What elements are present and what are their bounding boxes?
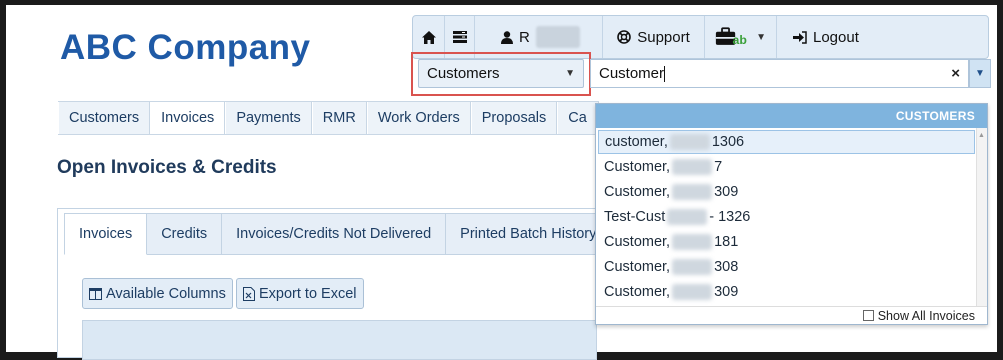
invoice-subtabs: Invoices Credits Invoices/Credits Not De… xyxy=(64,213,612,255)
support-button[interactable]: Support xyxy=(603,16,705,58)
search-input-value: Customer xyxy=(599,64,665,82)
nav-tab-invoices[interactable]: Invoices xyxy=(150,102,226,134)
page-title: Open Invoices & Credits xyxy=(57,157,277,178)
nav-tab-work-orders[interactable]: Work Orders xyxy=(366,102,471,134)
company-logo: ABC Company xyxy=(60,28,311,67)
redacted-text xyxy=(672,259,713,275)
result-item[interactable]: Customer, 181 xyxy=(598,230,975,254)
show-all-invoices-checkbox[interactable] xyxy=(862,310,874,321)
subtab-not-delivered[interactable]: Invoices/Credits Not Delivered xyxy=(222,213,447,255)
available-columns-button[interactable]: Available Columns xyxy=(82,278,233,309)
chevron-down-icon: ▼ xyxy=(975,68,985,79)
results-scrollbar[interactable]: ▲ ▼ xyxy=(976,128,987,324)
search-results-dropdown: CUSTOMERS customer, 1306 Customer, 7 Custo… xyxy=(595,103,988,325)
chevron-down-icon: ▼ xyxy=(565,68,575,79)
excel-file-icon xyxy=(243,286,255,301)
subtab-printed-batch-history[interactable]: Printed Batch History xyxy=(446,213,612,255)
nav-tab-rmr[interactable]: RMR xyxy=(311,102,367,134)
subtab-credits[interactable]: Credits xyxy=(147,213,223,255)
search-input[interactable]: Customer × xyxy=(590,59,969,88)
briefcase-icon: ab xyxy=(715,27,747,47)
columns-icon xyxy=(89,287,102,300)
apps-menu[interactable]: ab ▼ xyxy=(705,16,777,58)
result-item[interactable]: Customer, 309 xyxy=(598,280,975,304)
redacted-text xyxy=(672,284,713,300)
redacted-user-name xyxy=(535,26,580,48)
apps-label: ab xyxy=(733,33,747,47)
results-category-header: CUSTOMERS xyxy=(596,104,987,128)
support-label: Support xyxy=(637,28,690,46)
menu-icon xyxy=(452,31,467,43)
nav-tab-truncated[interactable]: Ca xyxy=(557,102,600,134)
result-item[interactable]: Customer, 7 xyxy=(598,155,975,179)
clear-icon[interactable]: × xyxy=(951,65,960,82)
search-dropdown-button[interactable]: ▼ xyxy=(969,59,991,88)
redacted-text xyxy=(667,209,708,225)
result-item[interactable]: Customer, 309 xyxy=(598,180,975,204)
lifebuoy-icon xyxy=(617,30,632,44)
user-name: R xyxy=(519,28,530,46)
home-icon xyxy=(421,30,436,44)
main-nav-tabs: Customers Invoices Payments RMR Work Ord… xyxy=(58,101,600,135)
user-icon xyxy=(501,30,513,44)
result-item[interactable]: Customer, 308 xyxy=(598,255,975,279)
redacted-text xyxy=(672,159,713,175)
show-all-invoices-label: Show All Invoices xyxy=(877,308,975,323)
search-type-select[interactable]: Customers ▼ xyxy=(418,59,584,88)
subtab-invoices[interactable]: Invoices xyxy=(64,213,148,255)
results-footer: Show All Invoices xyxy=(596,306,987,324)
scroll-up-icon[interactable]: ▲ xyxy=(978,132,985,139)
available-columns-label: Available Columns xyxy=(106,285,226,302)
logout-label: Logout xyxy=(813,28,859,46)
chevron-down-icon: ▼ xyxy=(756,31,766,43)
results-list: customer, 1306 Customer, 7 Customer, 309 Te… xyxy=(596,128,987,304)
redacted-text xyxy=(669,134,710,150)
nav-tab-proposals[interactable]: Proposals xyxy=(470,102,558,134)
result-item[interactable]: customer, 1306 xyxy=(598,130,975,154)
redacted-text xyxy=(672,184,713,200)
nav-tab-payments[interactable]: Payments xyxy=(225,102,312,134)
text-cursor xyxy=(664,66,666,83)
export-excel-label: Export to Excel xyxy=(259,285,357,302)
nav-tab-customers[interactable]: Customers xyxy=(58,102,151,134)
redacted-text xyxy=(672,234,713,250)
search-type-value: Customers xyxy=(427,65,500,82)
logout-button[interactable]: Logout xyxy=(777,16,988,58)
grid-header xyxy=(82,320,597,360)
logout-icon xyxy=(793,30,807,44)
result-item[interactable]: Test-Cust - 1326 xyxy=(598,205,975,229)
export-excel-button[interactable]: Export to Excel xyxy=(236,278,364,309)
